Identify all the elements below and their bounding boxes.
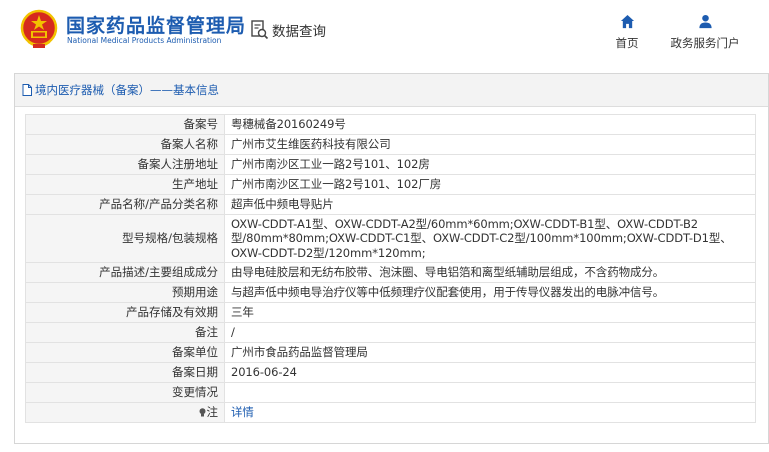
row-value: 三年 bbox=[224, 302, 756, 323]
info-panel: 境内医疗器械（备案）——基本信息 备案号 粤穗械备20160249号 备案人名称… bbox=[14, 73, 769, 444]
table-row: 型号规格/包装规格 OXW-CDDT-A1型、OXW-CDDT-A2型/60mm… bbox=[25, 214, 756, 263]
row-label: 型号规格/包装规格 bbox=[25, 214, 225, 263]
row-label: 产品名称/产品分类名称 bbox=[25, 194, 225, 215]
table-row: 备案号 粤穗械备20160249号 bbox=[25, 114, 756, 135]
row-value: / bbox=[224, 322, 756, 343]
row-value: 广州市南沙区工业一路2号101、102房 bbox=[224, 154, 756, 175]
national-emblem-icon bbox=[20, 9, 58, 48]
table-row: 备注 / bbox=[25, 322, 756, 343]
note-label: 注 bbox=[206, 405, 219, 420]
row-value: OXW-CDDT-A1型、OXW-CDDT-A2型/60mm*60mm;OXW-… bbox=[224, 214, 756, 263]
row-value: 详情 bbox=[224, 402, 756, 423]
details-link[interactable]: 详情 bbox=[231, 405, 254, 419]
row-value: 广州市艾生维医药科技有限公司 bbox=[224, 134, 756, 155]
row-value: 超声低中频电导贴片 bbox=[224, 194, 756, 215]
table-row: 生产地址 广州市南沙区工业一路2号101、102厂房 bbox=[25, 174, 756, 195]
table-row: 备案日期 2016-06-24 bbox=[25, 362, 756, 383]
row-value: 广州市南沙区工业一路2号101、102厂房 bbox=[224, 174, 756, 195]
table-row: 产品描述/主要组成成分 由导电硅胶层和无纺布胶带、泡沫圈、导电铝箔和离型纸辅助层… bbox=[25, 262, 756, 283]
row-value: 粤穗械备20160249号 bbox=[224, 114, 756, 135]
row-value: 广州市食品药品监督管理局 bbox=[224, 342, 756, 363]
row-value: 2016-06-24 bbox=[224, 362, 756, 383]
row-label-note: 注 bbox=[25, 402, 225, 423]
row-label: 生产地址 bbox=[25, 174, 225, 195]
row-value bbox=[224, 382, 756, 403]
table-row: 备案人名称 广州市艾生维医药科技有限公司 bbox=[25, 134, 756, 155]
table-row: 预期用途 与超声低中频电导治疗仪等中低频理疗仪配套使用，用于传导仪器发出的电脉冲… bbox=[25, 282, 756, 303]
table-row: 注 详情 bbox=[25, 402, 756, 423]
table-row: 变更情况 bbox=[25, 382, 756, 403]
device-info-table: 备案号 粤穗械备20160249号 备案人名称 广州市艾生维医药科技有限公司 备… bbox=[25, 114, 756, 423]
row-label: 预期用途 bbox=[25, 282, 225, 303]
nav-home-label: 首页 bbox=[615, 36, 639, 50]
row-label: 变更情况 bbox=[25, 382, 225, 403]
row-label: 备案号 bbox=[25, 114, 225, 135]
table-row: 产品名称/产品分类名称 超声低中频电导贴片 bbox=[25, 194, 756, 215]
table-row: 备案单位 广州市食品药品监督管理局 bbox=[25, 342, 756, 363]
row-label: 产品描述/主要组成成分 bbox=[25, 262, 225, 283]
search-document-icon bbox=[251, 20, 269, 40]
table-row: 产品存储及有效期 三年 bbox=[25, 302, 756, 323]
row-label: 产品存储及有效期 bbox=[25, 302, 225, 323]
site-header: 国家药品监督管理局 National Medical Products Admi… bbox=[0, 0, 769, 62]
panel-title-bar: 境内医疗器械（备案）——基本信息 bbox=[15, 74, 768, 107]
org-name-en[interactable]: National Medical Products Administration bbox=[67, 36, 221, 45]
row-label: 备案人注册地址 bbox=[25, 154, 225, 175]
row-label: 备注 bbox=[25, 322, 225, 343]
data-query-label: 数据查询 bbox=[272, 24, 326, 40]
org-name-cn[interactable]: 国家药品监督管理局 bbox=[66, 11, 246, 38]
table-row: 备案人注册地址 广州市南沙区工业一路2号101、102房 bbox=[25, 154, 756, 175]
nav-portal-label: 政务服务门户 bbox=[670, 36, 740, 50]
home-icon bbox=[620, 14, 634, 29]
row-label: 备案单位 bbox=[25, 342, 225, 363]
panel-title: 境内医疗器械（备案）——基本信息 bbox=[35, 82, 219, 97]
row-value: 由导电硅胶层和无纺布胶带、泡沫圈、导电铝箔和离型纸辅助层组成，不含药物成分。 bbox=[224, 262, 756, 283]
document-icon bbox=[22, 84, 32, 96]
lightbulb-icon bbox=[199, 408, 205, 417]
row-label: 备案人名称 bbox=[25, 134, 225, 155]
data-query-link[interactable]: 数据查询 bbox=[250, 19, 326, 41]
row-label: 备案日期 bbox=[25, 362, 225, 383]
row-value: 与超声低中频电导治疗仪等中低频理疗仪配套使用，用于传导仪器发出的电脉冲信号。 bbox=[224, 282, 756, 303]
user-icon bbox=[698, 14, 712, 29]
nav-home[interactable]: 首页 bbox=[610, 14, 644, 51]
nav-gov-service-portal[interactable]: 政务服务门户 bbox=[664, 14, 746, 51]
